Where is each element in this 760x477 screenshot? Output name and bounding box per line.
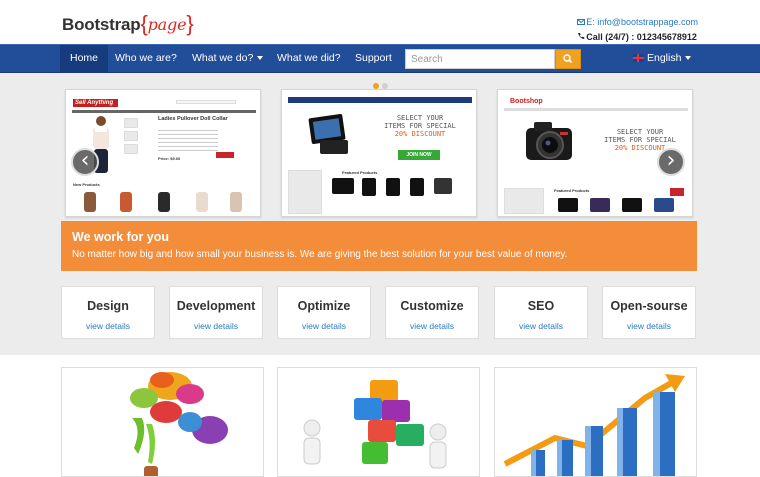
service-view-details-link[interactable]: view details: [386, 321, 478, 331]
contact-info: E: info@bootstrappage.com Call (24/7) : …: [577, 15, 698, 45]
chevron-left-icon: ‹: [80, 148, 90, 173]
brand-name: Bootstrap: [62, 15, 141, 34]
caret-down-icon: [257, 56, 264, 61]
paint-splash-image: [130, 372, 228, 476]
growth-chart-image: [503, 374, 685, 476]
service-view-details-link[interactable]: view details: [603, 321, 695, 331]
contact-email-text: E: info@bootstrappage.com: [586, 17, 698, 27]
slide-nav-mock: [72, 110, 256, 113]
product-mock: [386, 178, 400, 196]
banner-text: No matter how big and how small your bus…: [72, 249, 568, 260]
promo-line-2: ITEMS FOR SPECIAL: [384, 122, 456, 130]
service-view-details-link[interactable]: view details: [278, 321, 370, 331]
promo-discount: 20% DISCOUNT: [394, 130, 446, 138]
slide-section-label: Featured Products: [342, 170, 378, 175]
chevron-right-icon: ›: [666, 148, 676, 173]
slide-promo: SELECT YOUR ITEMS FOR SPECIAL 20% DISCOU…: [370, 114, 470, 138]
envelope-icon: [577, 15, 586, 30]
product-mock: [590, 198, 610, 212]
service-box-customize: Customize view details: [385, 286, 479, 339]
brand-brace-open: {: [140, 11, 148, 36]
add-to-cart-mock: [216, 152, 234, 158]
brand-page: page: [147, 15, 187, 34]
service-box-development: Development view details: [169, 286, 263, 339]
slide-nav-mock: [504, 108, 688, 111]
service-title: Development: [176, 299, 256, 313]
service-view-details-link[interactable]: view details: [495, 321, 587, 331]
product-description-lines: [158, 130, 218, 152]
main-navbar: Home Who we are? What we do? What we did…: [0, 44, 760, 73]
puzzle-teamwork-image: [303, 380, 447, 469]
product-mock: [434, 178, 452, 194]
search-button[interactable]: [555, 49, 581, 69]
slide-price: Price: $9.00: [158, 156, 181, 161]
product-mock: [558, 198, 578, 212]
header: Bootstrap{page} E: info@bootstrappage.co…: [0, 0, 760, 44]
carousel-slide-2[interactable]: SELECT YOUR ITEMS FOR SPECIAL 20% DISCOU…: [281, 89, 477, 217]
nav-support[interactable]: Support: [345, 45, 402, 72]
search-input[interactable]: [405, 49, 555, 69]
service-title: Customize: [400, 299, 464, 313]
slide-brand: Bootshop: [510, 98, 543, 105]
language-label: English: [647, 52, 682, 64]
service-box-optimize: Optimize view details: [277, 286, 371, 339]
nav-what-we-did[interactable]: What we did?: [267, 45, 351, 72]
carousel-prev-button[interactable]: ‹: [71, 148, 99, 176]
service-box-seo: SEO view details: [494, 286, 588, 339]
nav-what-we-do-label: What we do?: [192, 52, 254, 64]
service-box-open-source: Open-sourse view details: [602, 286, 696, 339]
slide-tag: Sell Anything: [73, 99, 118, 107]
search-icon: [563, 54, 573, 64]
feature-card-teamwork[interactable]: [277, 367, 480, 477]
thumb: [124, 118, 138, 128]
caret-down-icon: [685, 56, 692, 61]
service-title: SEO: [527, 299, 555, 313]
service-box-design: Design view details: [61, 286, 155, 339]
banner-title: We work for you: [72, 230, 170, 244]
service-view-details-link[interactable]: view details: [62, 321, 154, 331]
category-sidebar-mock: [504, 188, 544, 214]
promo-line-1: SELECT YOUR: [396, 114, 444, 122]
slide-search-mock: [176, 100, 236, 104]
carousel-next-button[interactable]: ›: [657, 148, 685, 176]
service-view-details-link[interactable]: view details: [170, 321, 262, 331]
product-mock: [622, 198, 642, 212]
service-title: Optimize: [297, 299, 351, 313]
feature-card-growth[interactable]: [494, 367, 697, 477]
contact-email[interactable]: E: info@bootstrappage.com: [577, 15, 698, 30]
feature-card-creative[interactable]: [61, 367, 264, 477]
slide-cta: JOIN NOW: [398, 150, 440, 160]
camera-image: [526, 122, 572, 160]
value-banner: We work for you No matter how big and ho…: [61, 221, 697, 271]
slide-nav-mock: [288, 97, 472, 103]
promo-line-2: ITEMS FOR SPECIAL: [604, 136, 676, 144]
product-thumbnails: [84, 192, 242, 212]
contact-phone-text: Call (24/7) : 012345678912: [586, 32, 697, 42]
tablet-image: [308, 114, 348, 154]
product-mock: [654, 198, 674, 212]
phone-icon: [577, 30, 586, 45]
brand-brace-close: }: [186, 11, 194, 36]
nav-who-we-are[interactable]: Who we are?: [105, 45, 187, 72]
category-sidebar-mock: [288, 170, 322, 214]
nav-home[interactable]: Home: [60, 45, 109, 72]
brand-logo[interactable]: Bootstrap{page}: [62, 10, 194, 36]
slide-product-title: Ladies Pullover Doll Collar: [158, 116, 228, 122]
thumb: [124, 144, 138, 154]
service-title: Open-sourse: [610, 299, 688, 313]
product-mock: [410, 178, 424, 196]
nav-what-we-do[interactable]: What we do?: [182, 45, 273, 72]
service-title: Design: [87, 299, 129, 313]
thumb: [124, 131, 138, 141]
language-selector[interactable]: English: [633, 45, 692, 72]
slide-section-label: Featured Products: [554, 188, 590, 193]
contact-phone: Call (24/7) : 012345678912: [577, 30, 698, 45]
uk-flag-icon: [633, 54, 644, 63]
product-mock: [362, 178, 376, 196]
product-mock: [332, 178, 354, 194]
sale-badge-mock: [670, 188, 684, 196]
promo-line-1: SELECT YOUR: [616, 128, 664, 136]
